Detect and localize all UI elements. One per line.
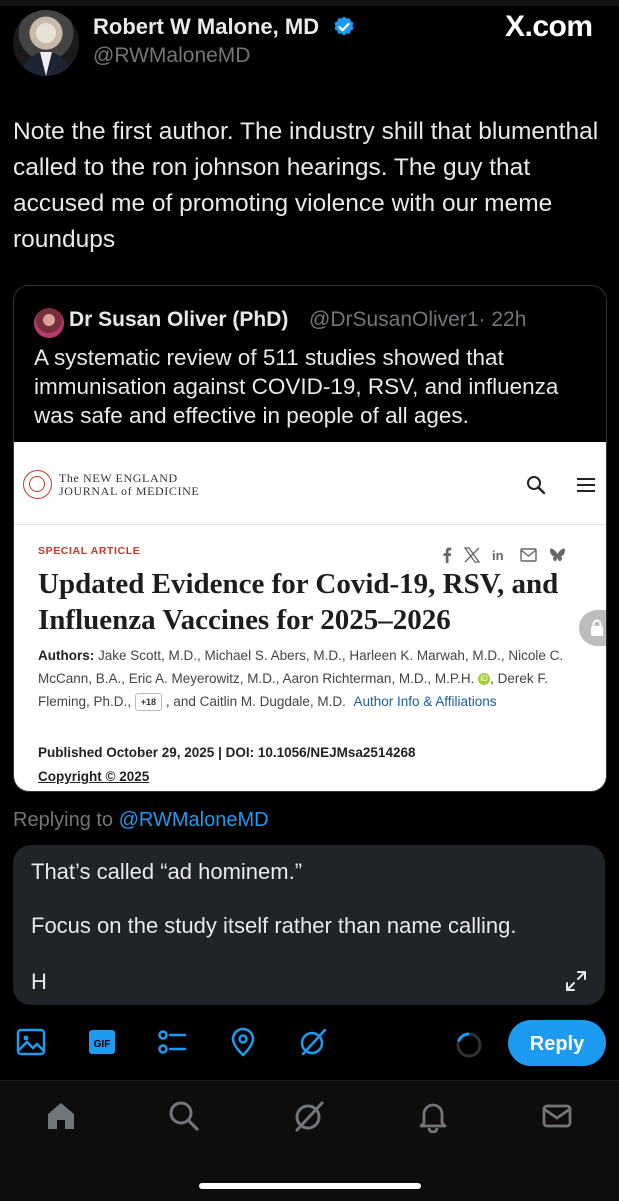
reply-text-line1[interactable]: That’s called “ad hominem.”	[31, 859, 302, 885]
messages-icon[interactable]	[540, 1099, 574, 1133]
authors-list-3: , and Caitlin M. Dugdale, M.D.	[165, 694, 346, 709]
email-icon	[520, 548, 537, 562]
article-title: Updated Evidence for Covid-19, RSV, and …	[38, 568, 559, 636]
quote-author-handle-time: @DrSusanOliver1· 22h	[309, 308, 526, 332]
quote-text: A systematic review of 511 studies showe…	[34, 345, 559, 428]
reply-text-line2[interactable]: Focus on the study itself rather than na…	[31, 913, 516, 939]
authors-label: Authors:	[38, 648, 95, 663]
x-share-icon	[464, 547, 480, 563]
svg-text:GIF: GIF	[94, 1039, 111, 1050]
quote-author-handle[interactable]: @DrSusanOliver1	[309, 308, 479, 331]
quote-time: · 22h	[478, 308, 527, 331]
journal-name-line2: JOURNAL of MEDICINE	[59, 484, 200, 498]
nejm-seal-icon	[23, 470, 52, 499]
replying-to: Replying to @RWMaloneMD	[13, 809, 269, 832]
bottom-navigation	[0, 1080, 619, 1201]
home-indicator	[199, 1183, 421, 1189]
publication-info: Published October 29, 2025 | DOI: 10.105…	[38, 745, 416, 760]
lock-icon	[579, 610, 606, 646]
location-icon[interactable]	[227, 1026, 259, 1058]
orcid-icon: iD	[478, 673, 491, 686]
more-authors-badge: +18	[134, 693, 163, 712]
facebook-icon	[443, 547, 452, 563]
svg-text:in: in	[492, 548, 504, 563]
article-authors: Authors: Jake Scott, M.D., Michael S. Ab…	[38, 644, 578, 713]
article-screenshot[interactable]: The NEW ENGLAND JOURNAL of MEDICINE SPEC…	[14, 442, 606, 791]
search-icon	[527, 476, 546, 495]
author-avatar[interactable]	[13, 10, 79, 76]
linkedin-icon: in	[492, 548, 504, 563]
reply-button[interactable]: Reply	[508, 1020, 606, 1066]
notifications-icon[interactable]	[416, 1099, 450, 1133]
verified-badge-icon	[334, 16, 354, 36]
author-handle[interactable]: @RWMaloneMD	[93, 44, 250, 68]
image-icon[interactable]	[15, 1026, 47, 1058]
poll-icon[interactable]	[156, 1026, 188, 1058]
site-logo: X.com	[505, 10, 593, 43]
grok-icon[interactable]	[297, 1026, 329, 1058]
tweet-text: Note the first author. The industry shil…	[13, 118, 599, 253]
expand-icon[interactable]	[564, 969, 588, 993]
reply-text-line3[interactable]: H	[31, 969, 47, 995]
grok-tab-icon[interactable]	[292, 1099, 326, 1133]
author-info-link: Author Info & Affiliations	[353, 694, 497, 709]
home-icon[interactable]	[44, 1099, 78, 1133]
replying-mention[interactable]: @RWMaloneMD	[119, 809, 269, 831]
share-icons: in	[442, 547, 566, 563]
status-strip	[0, 0, 619, 6]
bluesky-icon	[550, 548, 565, 561]
header-divider	[14, 524, 606, 525]
quote-author-avatar[interactable]	[34, 308, 64, 338]
character-count-ring-icon	[456, 1032, 482, 1058]
gif-icon[interactable]: GIF	[86, 1026, 118, 1058]
quoted-tweet[interactable]: Dr Susan Oliver (PhD) @DrSusanOliver1· 2…	[13, 285, 607, 792]
reply-composer[interactable]: That’s called “ad hominem.” Focus on the…	[13, 845, 605, 1005]
article-section: SPECIAL ARTICLE	[38, 545, 141, 557]
copyright-notice: Copyright © 2025	[38, 769, 150, 784]
quote-author-name[interactable]: Dr Susan Oliver (PhD)	[69, 308, 288, 332]
menu-icon	[577, 478, 595, 492]
search-tab-icon[interactable]	[167, 1099, 201, 1133]
author-name[interactable]: Robert W Malone, MD	[93, 14, 319, 40]
replying-prefix: Replying to	[13, 809, 114, 831]
